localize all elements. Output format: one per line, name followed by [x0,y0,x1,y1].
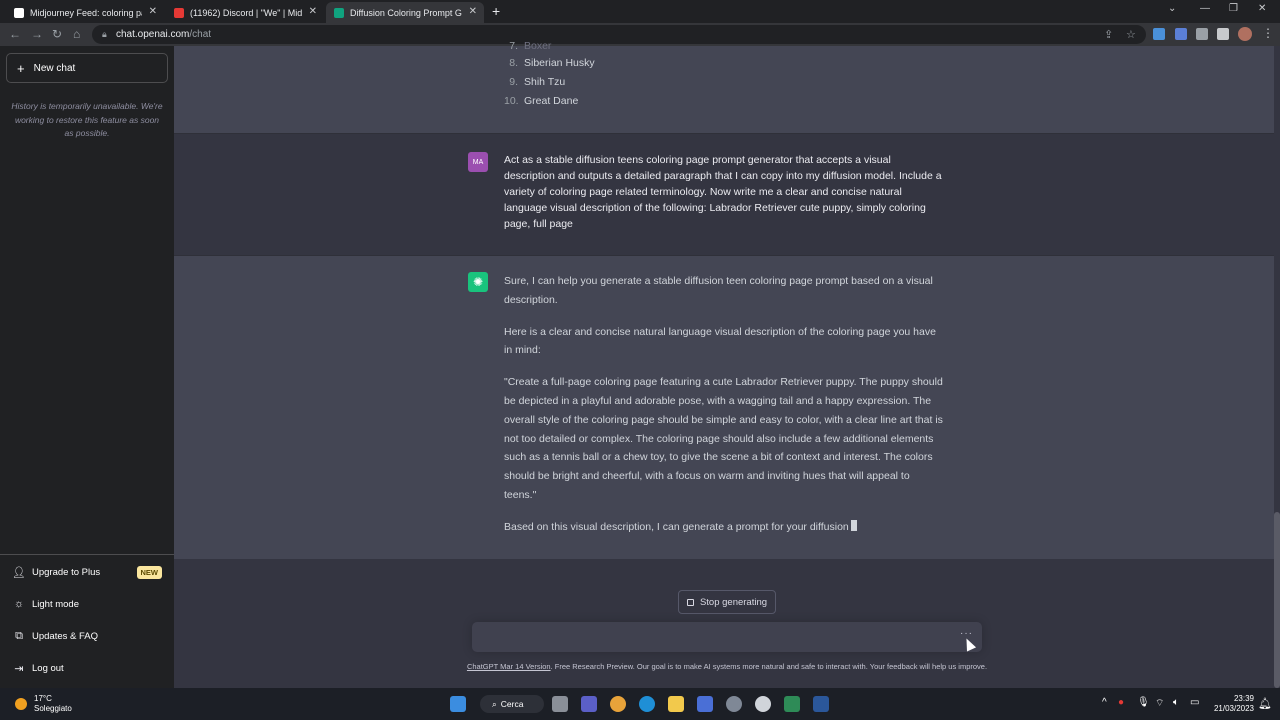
puzzle-extensions-icon[interactable] [1196,28,1208,40]
assistant-message-text: Sure, I can help you generate a stable d… [504,272,944,550]
sun-weather-icon[interactable] [15,698,27,710]
taskbar-clock[interactable]: 23:39 21/03/2023 [1206,694,1254,714]
tab-strip: Midjourney Feed: coloring page ✕ (11962)… [0,0,1280,23]
close-tab-icon[interactable]: ✕ [309,6,317,17]
profile-avatar[interactable] [1238,27,1252,41]
version-link[interactable]: ChatGPT Mar 14 Version [467,662,551,671]
notification-bell-icon[interactable]: 🔔︎ [1258,697,1272,710]
history-notice: History is temporarily unavailable. We'r… [11,101,163,138]
plus-icon: + [17,60,25,76]
extension-icon[interactable] [1153,28,1165,40]
task-view-icon[interactable] [552,696,568,712]
new-tab-button[interactable]: + [492,3,500,19]
reload-icon[interactable]: ↻ [52,27,62,41]
stop-generating-button[interactable]: Stop generating [678,590,776,614]
updates-faq-link[interactable]: ⧉ Updates & FAQ [12,626,164,646]
word-icon[interactable] [813,696,829,712]
close-window-icon[interactable]: ✕ [1258,3,1266,14]
store-icon[interactable] [697,696,713,712]
list-item: 10. Great Dane [504,95,579,107]
microphone-icon[interactable]: 🎙︎ [1137,697,1150,708]
midjourney-favicon-icon [14,7,24,18]
assistant-paragraph: "Create a full-page coloring page featur… [504,376,943,501]
settings-gear-icon[interactable] [726,696,742,712]
browser-menu-icon[interactable]: ⋮ [1262,26,1274,40]
chrome-icon[interactable] [610,696,626,712]
assistant-paragraph-streaming: Based on this visual description, I can … [504,518,944,537]
extension-icon[interactable] [1175,28,1187,40]
footer-disclaimer: ChatGPT Mar 14 Version. Free Research Pr… [466,662,988,671]
tab-midjourney[interactable]: Midjourney Feed: coloring page ✕ [6,2,164,23]
browser-toolbar: ← → ↻ ⌂ 🔒︎ chat.openai.com/chat ⇪ ☆ ⋮ [0,23,1280,46]
address-bar[interactable]: 🔒︎ chat.openai.com/chat ⇪ ☆ [92,25,1146,44]
lock-icon: 🔒︎ [102,29,107,39]
close-tab-icon[interactable]: ✕ [149,6,157,17]
sidebar-divider [0,554,174,555]
assistant-paragraph: Here is a clear and concise natural lang… [504,325,936,357]
user-message: MA Act as a stable diffusion teens color… [174,133,1274,256]
tab-discord[interactable]: (11962) Discord | "We" | Midjourn ✕ [166,2,324,23]
minimize-icon[interactable]: — [1200,3,1210,14]
external-link-icon: ⧉ [15,629,23,642]
share-icon[interactable]: ⇪ [1104,28,1113,41]
tray-app-icon[interactable]: ● [1118,697,1124,708]
logout-icon: ⇥ [14,662,24,675]
tab-chatgpt[interactable]: Diffusion Coloring Prompt Gener ✕ [326,2,484,23]
sidebar: + New chat History is temporarily unavai… [0,46,174,688]
chatgpt-favicon-icon [334,7,344,18]
new-chat-button[interactable]: + New chat [6,53,168,83]
discord-favicon-icon [174,7,184,18]
restore-icon[interactable]: ❐ [1229,3,1238,14]
forward-icon[interactable]: → [31,27,43,41]
new-badge: NEW [136,566,162,579]
taskbar-search[interactable]: ⌕ Cerca [480,695,544,713]
file-explorer-icon[interactable] [668,696,684,712]
log-out-button[interactable]: ⇥ Log out [12,658,164,678]
message-input[interactable]: ··· [472,622,982,652]
user-icon: 👤︎ [12,566,26,579]
volume-icon[interactable]: 🔈︎ [1173,697,1179,708]
stop-square-icon [686,598,694,606]
url-path: /chat [189,29,212,40]
start-windows-icon[interactable] [450,696,466,712]
windows-taskbar: 17°C Soleggiato ⌕ Cerca ^ ● 🎙︎ ⌔ 🔈︎ ▭ 23… [0,688,1280,720]
user-avatar: MA [468,152,488,172]
app-icon[interactable] [784,696,800,712]
weather-widget[interactable]: 17°C Soleggiato [34,694,72,714]
chat-scrollbar[interactable] [1274,512,1280,688]
app-icon[interactable] [755,696,771,712]
chat-main: 7. Boxer 8. Siberian Husky 9. Shih Tzu 10. G… [174,40,1280,688]
close-tab-icon[interactable]: ✕ [469,6,477,17]
bookmark-star-icon[interactable]: ☆ [1126,28,1136,41]
chatgpt-logo-icon: ✺ [468,272,488,292]
list-item: 8. Siberian Husky [509,57,595,69]
assistant-message: ✺ Sure, I can help you generate a stable… [174,256,1274,559]
upgrade-to-plus-button[interactable]: 👤︎ Upgrade to Plus NEW [12,562,164,582]
browser-window: Midjourney Feed: coloring page ✕ (11962)… [0,0,1280,720]
assistant-paragraph: Sure, I can help you generate a stable d… [504,275,933,306]
back-icon[interactable]: ← [9,27,21,41]
edge-icon[interactable] [639,696,655,712]
assistant-message-previous: 7. Boxer 8. Siberian Husky 9. Shih Tzu 10. G… [174,40,1274,133]
side-panel-icon[interactable] [1217,28,1229,40]
wifi-icon[interactable]: ⌔ [1155,697,1164,710]
tab-search-icon[interactable]: ⌄ [1168,3,1176,14]
tray-chevron-icon[interactable]: ^ [1102,697,1107,708]
home-icon[interactable]: ⌂ [73,27,80,41]
search-icon: ⌕ [492,698,497,709]
light-mode-button[interactable]: ☼ Light mode [12,594,164,614]
sun-icon: ☼ [13,598,25,610]
teams-icon[interactable] [581,696,597,712]
typing-cursor [850,519,857,531]
user-message-text: Act as a stable diffusion teens coloring… [504,154,942,230]
list-item: 9. Shih Tzu [509,76,566,88]
battery-icon[interactable]: ▭ [1190,697,1199,708]
url-host: chat.openai.com [116,29,190,40]
list-item: 7. Boxer [509,40,552,52]
